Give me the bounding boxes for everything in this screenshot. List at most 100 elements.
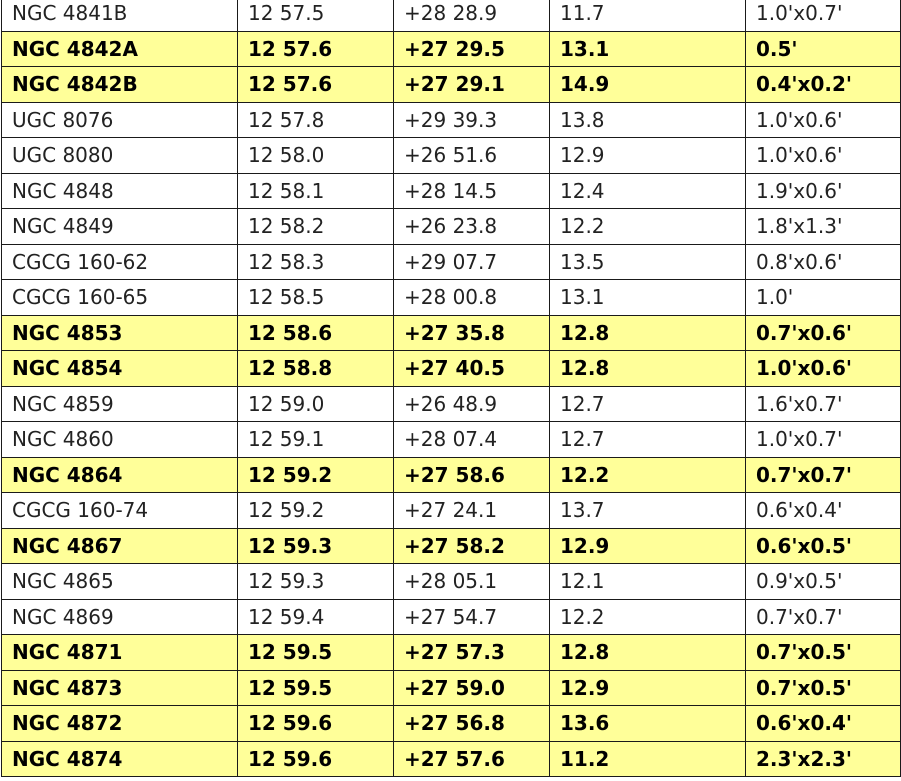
size-cell: 2.3'x2.3'	[745, 740, 901, 777]
size-cell: 1.0'x0.7'	[745, 0, 901, 32]
right-ascension-cell: 12 59.2	[237, 492, 394, 529]
table-row: NGC 4859 12 59.0 +26 48.9 12.7 1.6'x0.7'	[1, 385, 901, 422]
magnitude-cell: 12.1	[549, 563, 746, 600]
magnitude-cell: 12.9	[549, 527, 746, 564]
right-ascension-cell: 12 58.5	[237, 279, 394, 316]
right-ascension-cell: 12 58.0	[237, 137, 394, 174]
declination-cell: +27 54.7	[393, 598, 550, 635]
object-name-cell: NGC 4865	[1, 563, 238, 600]
declination-cell: +26 51.6	[393, 137, 550, 174]
object-name-cell: NGC 4860	[1, 421, 238, 458]
declination-cell: +28 05.1	[393, 563, 550, 600]
right-ascension-cell: 12 59.1	[237, 421, 394, 458]
table-row: NGC 4872 12 59.6 +27 56.8 13.6 0.6'x0.4'	[1, 705, 901, 742]
right-ascension-cell: 12 59.4	[237, 598, 394, 635]
right-ascension-cell: 12 58.2	[237, 208, 394, 245]
size-cell: 1.0'x0.6'	[745, 101, 901, 138]
object-name-cell: UGC 8080	[1, 137, 238, 174]
magnitude-cell: 13.1	[549, 30, 746, 67]
table-row: UGC 8080 12 58.0 +26 51.6 12.9 1.0'x0.6'	[1, 137, 901, 174]
size-cell: 0.9'x0.5'	[745, 563, 901, 600]
object-name-cell: NGC 4842A	[1, 30, 238, 67]
declination-cell: +28 07.4	[393, 421, 550, 458]
size-cell: 0.6'x0.4'	[745, 492, 901, 529]
right-ascension-cell: 12 57.8	[237, 101, 394, 138]
declination-cell: +27 57.6	[393, 740, 550, 777]
table-row: NGC 4869 12 59.4 +27 54.7 12.2 0.7'x0.7'	[1, 598, 901, 635]
declination-cell: +27 40.5	[393, 350, 550, 387]
object-name-cell: NGC 4853	[1, 314, 238, 351]
object-name-cell: NGC 4874	[1, 740, 238, 777]
right-ascension-cell: 12 59.6	[237, 740, 394, 777]
table-row: NGC 4853 12 58.6 +27 35.8 12.8 0.7'x0.6'	[1, 314, 901, 351]
declination-cell: +27 58.2	[393, 527, 550, 564]
declination-cell: +27 57.3	[393, 634, 550, 671]
size-cell: 0.8'x0.6'	[745, 243, 901, 280]
size-cell: 0.6'x0.5'	[745, 527, 901, 564]
right-ascension-cell: 12 57.6	[237, 30, 394, 67]
object-name-cell: UGC 8076	[1, 101, 238, 138]
right-ascension-cell: 12 59.0	[237, 385, 394, 422]
right-ascension-cell: 12 59.3	[237, 527, 394, 564]
object-name-cell: NGC 4848	[1, 172, 238, 209]
declination-cell: +27 24.1	[393, 492, 550, 529]
magnitude-cell: 13.8	[549, 101, 746, 138]
table-row: NGC 4841B 12 57.5 +28 28.9 11.7 1.0'x0.7'	[1, 0, 901, 32]
object-name-cell: NGC 4842B	[1, 66, 238, 103]
right-ascension-cell: 12 57.5	[237, 0, 394, 32]
table-row: NGC 4860 12 59.1 +28 07.4 12.7 1.0'x0.7'	[1, 421, 901, 458]
magnitude-cell: 13.1	[549, 279, 746, 316]
size-cell: 1.9'x0.6'	[745, 172, 901, 209]
magnitude-cell: 14.9	[549, 66, 746, 103]
size-cell: 1.0'	[745, 279, 901, 316]
magnitude-cell: 13.5	[549, 243, 746, 280]
magnitude-cell: 12.8	[549, 634, 746, 671]
declination-cell: +28 14.5	[393, 172, 550, 209]
table-row: NGC 4865 12 59.3 +28 05.1 12.1 0.9'x0.5'	[1, 563, 901, 600]
object-name-cell: CGCG 160-62	[1, 243, 238, 280]
object-name-cell: NGC 4871	[1, 634, 238, 671]
table-row: NGC 4864 12 59.2 +27 58.6 12.2 0.7'x0.7'	[1, 456, 901, 493]
magnitude-cell: 12.8	[549, 350, 746, 387]
magnitude-cell: 11.7	[549, 0, 746, 32]
size-cell: 1.0'x0.6'	[745, 350, 901, 387]
object-name-cell: CGCG 160-74	[1, 492, 238, 529]
declination-cell: +27 29.5	[393, 30, 550, 67]
declination-cell: +27 35.8	[393, 314, 550, 351]
magnitude-cell: 12.2	[549, 208, 746, 245]
declination-cell: +27 56.8	[393, 705, 550, 742]
size-cell: 1.8'x1.3'	[745, 208, 901, 245]
declination-cell: +26 23.8	[393, 208, 550, 245]
table-row: NGC 4871 12 59.5 +27 57.3 12.8 0.7'x0.5'	[1, 634, 901, 671]
declination-cell: +27 59.0	[393, 669, 550, 706]
table-row: CGCG 160-65 12 58.5 +28 00.8 13.1 1.0'	[1, 279, 901, 316]
right-ascension-cell: 12 59.2	[237, 456, 394, 493]
right-ascension-cell: 12 58.3	[237, 243, 394, 280]
size-cell: 0.5'	[745, 30, 901, 67]
magnitude-cell: 12.9	[549, 669, 746, 706]
table-row: NGC 4842A 12 57.6 +27 29.5 13.1 0.5'	[1, 30, 901, 67]
size-cell: 0.6'x0.4'	[745, 705, 901, 742]
table-row: UGC 8076 12 57.8 +29 39.3 13.8 1.0'x0.6'	[1, 101, 901, 138]
object-name-cell: NGC 4854	[1, 350, 238, 387]
declination-cell: +27 58.6	[393, 456, 550, 493]
size-cell: 0.7'x0.7'	[745, 456, 901, 493]
right-ascension-cell: 12 58.1	[237, 172, 394, 209]
right-ascension-cell: 12 57.6	[237, 66, 394, 103]
magnitude-cell: 12.7	[549, 421, 746, 458]
right-ascension-cell: 12 58.6	[237, 314, 394, 351]
object-table: NGC 4841B 12 57.5 +28 28.9 11.7 1.0'x0.7' NGC…	[1, 0, 901, 777]
table-row: NGC 4867 12 59.3 +27 58.2 12.9 0.6'x0.5'	[1, 527, 901, 564]
object-name-cell: NGC 4864	[1, 456, 238, 493]
object-name-cell: NGC 4873	[1, 669, 238, 706]
right-ascension-cell: 12 59.6	[237, 705, 394, 742]
magnitude-cell: 12.9	[549, 137, 746, 174]
object-name-cell: NGC 4872	[1, 705, 238, 742]
magnitude-cell: 13.7	[549, 492, 746, 529]
table-row: NGC 4854 12 58.8 +27 40.5 12.8 1.0'x0.6'	[1, 350, 901, 387]
magnitude-cell: 11.2	[549, 740, 746, 777]
table-row: CGCG 160-62 12 58.3 +29 07.7 13.5 0.8'x0.6'	[1, 243, 901, 280]
object-name-cell: NGC 4859	[1, 385, 238, 422]
declination-cell: +29 39.3	[393, 101, 550, 138]
magnitude-cell: 12.2	[549, 598, 746, 635]
